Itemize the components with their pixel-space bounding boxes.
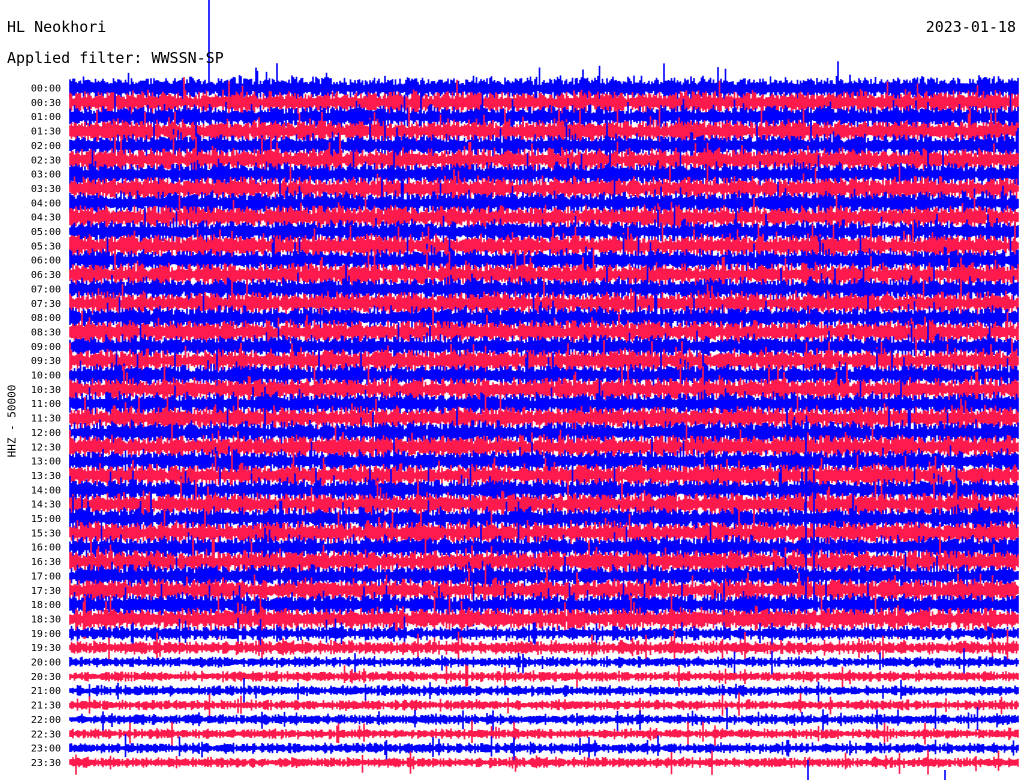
seismogram-traces [69, 0, 1019, 780]
row-label: 00:00 [31, 84, 61, 95]
row-label: 04:30 [31, 213, 61, 224]
row-label: 04:00 [31, 198, 61, 209]
row-label: 21:00 [31, 686, 61, 697]
row-label: 11:30 [31, 414, 61, 425]
row-label: 08:00 [31, 313, 61, 324]
row-label: 22:30 [31, 729, 61, 740]
trace-row [69, 664, 1019, 690]
row-label: 16:30 [31, 557, 61, 568]
row-label: 18:00 [31, 600, 61, 611]
row-label: 06:00 [31, 256, 61, 267]
row-label: 13:00 [31, 457, 61, 468]
row-label: 05:00 [31, 227, 61, 238]
row-label: 07:00 [31, 284, 61, 295]
trace-row [69, 678, 1019, 704]
row-label: 06:30 [31, 270, 61, 281]
row-label: 05:30 [31, 241, 61, 252]
row-label: 17:30 [31, 586, 61, 597]
row-label: 11:00 [31, 399, 61, 410]
row-label: 16:00 [31, 543, 61, 554]
row-label: 09:00 [31, 342, 61, 353]
row-label: 12:30 [31, 442, 61, 453]
row-label: 15:00 [31, 514, 61, 525]
trace-row [69, 707, 1019, 732]
row-label: 00:30 [31, 98, 61, 109]
row-label: 20:30 [31, 672, 61, 683]
helicorder-plot: 00:00 00:30 01:00 01:30 02:00 02:30 03:00 03:30… [31, 0, 1019, 780]
row-label: 10:30 [31, 385, 61, 396]
row-label: 13:30 [31, 471, 61, 482]
row-label: 07:30 [31, 299, 61, 310]
trace-row [69, 749, 1019, 775]
row-label: 02:00 [31, 141, 61, 152]
row-label: 14:00 [31, 485, 61, 496]
trace-row [69, 720, 1019, 747]
row-label: 10:00 [31, 371, 61, 382]
row-label: 19:00 [31, 629, 61, 640]
row-label: 08:30 [31, 327, 61, 338]
row-label: 01:30 [31, 127, 61, 138]
row-label: 03:00 [31, 170, 61, 181]
row-label: 15:30 [31, 528, 61, 539]
row-label: 19:30 [31, 643, 61, 654]
row-label: 20:00 [31, 658, 61, 669]
row-label: 09:30 [31, 356, 61, 367]
row-label: 23:30 [31, 758, 61, 769]
row-label: 14:30 [31, 500, 61, 511]
row-label: 22:00 [31, 715, 61, 726]
row-label: 12:00 [31, 428, 61, 439]
trace-row [69, 692, 1019, 718]
filter-label: Applied filter: WWSSN-SP [7, 49, 224, 67]
row-label: 03:30 [31, 184, 61, 195]
row-label: 17:00 [31, 571, 61, 582]
row-label: 21:30 [31, 701, 61, 712]
row-label: 01:00 [31, 112, 61, 123]
row-label: 23:00 [31, 744, 61, 755]
time-labels: 00:00 00:30 01:00 01:30 02:00 02:30 03:00 03:30… [31, 84, 61, 769]
row-label: 18:30 [31, 614, 61, 625]
row-label: 02:30 [31, 155, 61, 166]
